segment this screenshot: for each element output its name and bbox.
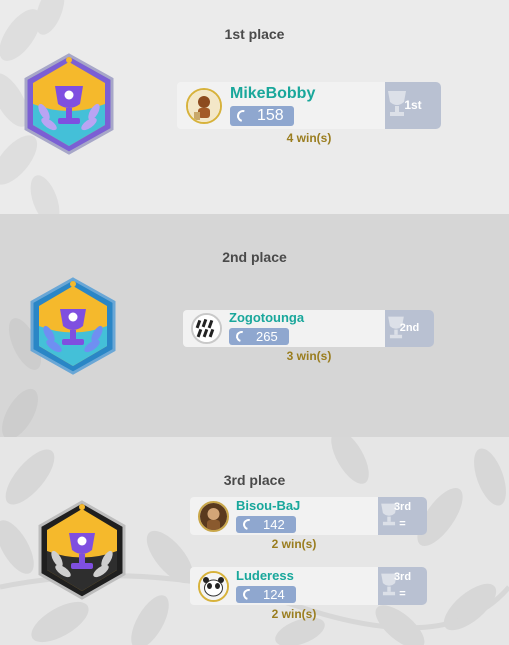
place-title: 2nd place bbox=[222, 249, 287, 265]
win-count: 4 win(s) bbox=[286, 131, 332, 145]
rank-label: 1st bbox=[404, 98, 422, 112]
elo-icon bbox=[240, 516, 257, 533]
trophy-badge-purple bbox=[22, 52, 116, 161]
rank-box: 2nd bbox=[385, 310, 434, 347]
player-avatar[interactable] bbox=[191, 313, 222, 344]
place-title: 1st place bbox=[224, 26, 285, 42]
rank-box: 3rd = bbox=[378, 567, 427, 605]
elo-icon bbox=[234, 107, 252, 125]
tie-marker: = bbox=[399, 588, 406, 600]
player-avatar[interactable] bbox=[198, 501, 229, 532]
tie-marker: = bbox=[399, 518, 406, 530]
player-name[interactable]: Bisou-BaJ bbox=[236, 498, 300, 513]
elo-badge: 142 bbox=[236, 516, 296, 533]
player-name[interactable]: MikeBobby bbox=[230, 85, 315, 103]
elo-icon bbox=[233, 328, 250, 345]
third-place-section: 3rd place Bisou-BaJ 142 3rd = 2 win(s) L… bbox=[0, 437, 509, 645]
rank-label: 2nd bbox=[399, 322, 420, 334]
player-card[interactable]: Bisou-BaJ 142 3rd = bbox=[190, 497, 427, 535]
player-name[interactable]: Zogotounga bbox=[229, 310, 304, 325]
rank-label: 3rd bbox=[393, 501, 412, 513]
trophy-badge-black bbox=[36, 499, 128, 606]
win-count: 3 win(s) bbox=[286, 349, 332, 363]
win-count: 2 win(s) bbox=[271, 537, 317, 551]
elo-badge: 158 bbox=[230, 106, 294, 126]
player-card[interactable]: Luderess 124 3rd = bbox=[190, 567, 427, 605]
player-card-main: Zogotounga 265 bbox=[183, 310, 385, 347]
win-count: 2 win(s) bbox=[271, 607, 317, 621]
player-avatar[interactable] bbox=[198, 571, 229, 602]
player-card-main: Luderess 124 bbox=[190, 567, 378, 605]
elo-badge: 265 bbox=[229, 328, 289, 345]
player-avatar[interactable] bbox=[186, 88, 222, 124]
elo-icon bbox=[240, 586, 257, 603]
player-card-main: MikeBobby 158 bbox=[177, 82, 385, 129]
place-title: 3rd place bbox=[223, 472, 286, 488]
elo-badge: 124 bbox=[236, 586, 296, 603]
trophy-badge-blue bbox=[28, 276, 118, 381]
second-place-section: 2nd place Zogotounga 265 2nd 3 win(s) bbox=[0, 214, 509, 437]
player-card[interactable]: MikeBobby 158 1st bbox=[177, 82, 441, 129]
player-card-main: Bisou-BaJ 142 bbox=[190, 497, 378, 535]
player-name[interactable]: Luderess bbox=[236, 568, 294, 583]
player-card[interactable]: Zogotounga 265 2nd bbox=[183, 310, 434, 347]
first-place-section: 1st place MikeBobby 158 1st 4 win(s) bbox=[0, 0, 509, 214]
rank-box: 3rd = bbox=[378, 497, 427, 535]
rank-label: 3rd bbox=[393, 571, 412, 583]
rank-box: 1st bbox=[385, 82, 441, 129]
